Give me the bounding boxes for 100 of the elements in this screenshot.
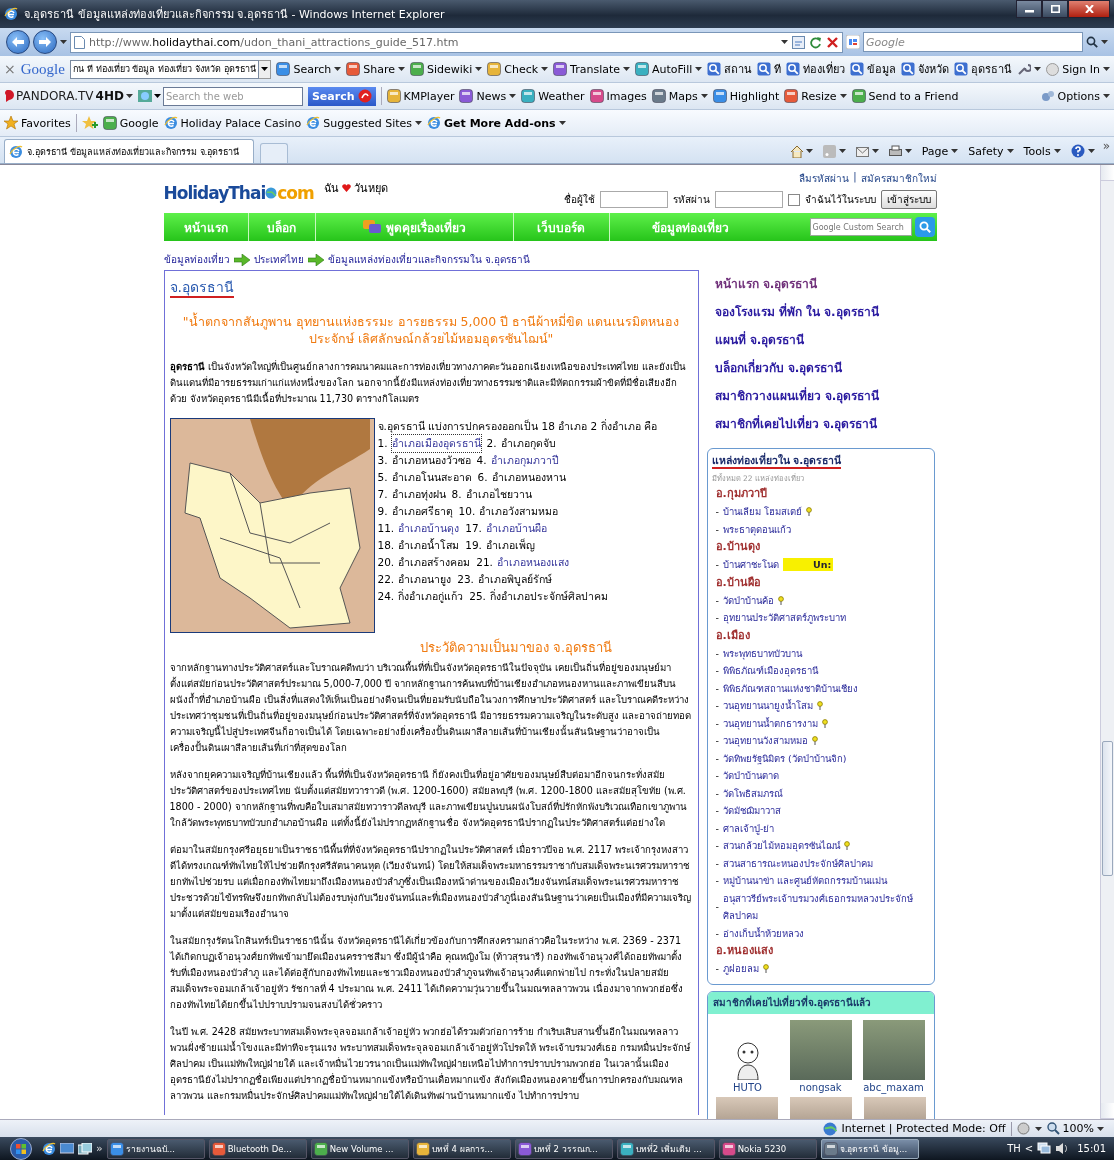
highlight-button[interactable]: ที	[757, 60, 782, 78]
favorite-link[interactable]: Suggested Sites	[306, 116, 423, 130]
highlight-button[interactable]: จังหวัด	[901, 60, 950, 78]
place-link[interactable]: สวนสาธารณะหนองประจักษ์ศิลปาคม	[722, 854, 873, 872]
taskbar-button[interactable]: Bluetooth De...	[208, 1138, 307, 1159]
sidebar-link[interactable]: สมาชิกวางแผนเที่ยว จ.อุดรธานี	[706, 382, 935, 410]
site-logo[interactable]: HolidayThai com	[163, 183, 314, 203]
place-link[interactable]: วนอุทยานน้ำตกธารงาม	[722, 714, 818, 732]
place-link[interactable]: ภูฝอยลม	[722, 960, 759, 978]
place-link[interactable]: วัดมัชฌิมาวาส	[722, 802, 781, 820]
place-link[interactable]: อนุสาวรีย์พระเจ้าบรมวงศ์เธอกรมหลวงประจักษ์ ศิลปาคม	[722, 889, 930, 925]
toolbar-button[interactable]: Highlight	[712, 89, 780, 103]
search-field[interactable]: Search the web	[162, 86, 303, 106]
place-link[interactable]: วัดทิพยรัฐนิมิตร (วัดป่าบ้านจิก)	[722, 749, 847, 767]
toolbar-button[interactable]: Check	[487, 62, 549, 76]
maximize-button[interactable]	[1042, 0, 1068, 18]
place-link[interactable]: บ้านศาชะโนด	[722, 556, 779, 574]
taskbar-button[interactable]: New Volume ...	[310, 1138, 409, 1159]
district-link[interactable]: อำเภอบ้านผือ	[485, 520, 547, 537]
district-heading[interactable]: อ.บ้านดุง	[711, 538, 930, 556]
member-name[interactable]: HUTO	[733, 1081, 762, 1093]
district-heading[interactable]: อ.หนองแสง	[711, 942, 930, 960]
address-field[interactable]: http://www.holidaythai.com/udon_thani_attractions_guide_517.htm	[70, 31, 843, 53]
place-link[interactable]: พระธาตุดอนแก้ว	[722, 520, 791, 538]
member-name[interactable]: abc_maxam	[863, 1081, 924, 1093]
toolbar-button[interactable]: Weather	[521, 89, 585, 103]
place-link[interactable]: สวนกล้วยไม้หอมอุดรซันไฌน์	[722, 837, 840, 855]
photo-placeholder[interactable]	[789, 1019, 852, 1080]
windows-stack-icon[interactable]	[78, 1142, 92, 1155]
taskbar-button[interactable]: บทที่ 4 ผลการ...	[412, 1138, 511, 1159]
search-button[interactable]	[914, 217, 935, 237]
search-field[interactable]: Google	[863, 32, 1083, 52]
overflow-button[interactable]: »	[1102, 139, 1110, 163]
district-link[interactable]: อำเภอกุมภวาปี	[490, 452, 559, 469]
place-link[interactable]: ศาลเจ้าปู่-ย่า	[722, 819, 775, 837]
taskbar-button[interactable]: รายงานฉบั...	[106, 1138, 205, 1159]
district-heading[interactable]: อ.บ้านผือ	[711, 573, 930, 592]
toolbar-button[interactable]: Resize	[784, 89, 847, 103]
article-heading[interactable]: จ.อุดรธานี	[169, 279, 234, 298]
menu-button[interactable]: Tools	[1021, 139, 1063, 163]
scrollbar[interactable]	[1100, 165, 1114, 1119]
options-button[interactable]: Options	[1040, 89, 1110, 103]
username-field[interactable]	[599, 191, 668, 208]
taskbar-button[interactable]: จ.อุดรธานี ข้อมู...	[820, 1138, 919, 1159]
place-link[interactable]: อุทยานประวัติศาสตร์ภูพระบาท	[722, 609, 846, 627]
place-link[interactable]: วนอุทยานนายูงน้ำโสม	[722, 697, 813, 715]
toolbar-button[interactable]: AutoFill	[635, 62, 703, 76]
member-name[interactable]: nongsak	[799, 1081, 842, 1093]
district-heading[interactable]: อ.เมือง	[711, 626, 930, 645]
query-field[interactable]: กน ที ท่องเที่ยว ข้อมูล ท่องเที่ยว จังหวัด อุดรธานี	[69, 59, 260, 79]
toolbar-button[interactable]: Images	[589, 89, 647, 103]
search-button[interactable]: Search	[307, 86, 376, 106]
place-link[interactable]: วัดป่าบ้านตาด	[722, 767, 779, 785]
place-link[interactable]: วัดโพธิสมภรณ์	[722, 784, 783, 802]
search-field[interactable]: Google Custom Search	[809, 218, 912, 236]
zoom-button[interactable]: 100%	[1046, 1122, 1104, 1135]
breadcrumb-link[interactable]: ข้อมูลท่องเที่ยว	[163, 252, 230, 267]
toolbar-button[interactable]: Search	[276, 62, 342, 76]
sidebar-link[interactable]: หน้าแรก จ.อุดรธานี	[706, 270, 935, 298]
photo-placeholder[interactable]	[862, 1019, 925, 1080]
place-link[interactable]: พระพุทธบาทบัวบาน	[722, 644, 802, 662]
highlight-button[interactable]: สถาน	[707, 60, 753, 78]
district-heading[interactable]: อ.กุมภวาปี	[711, 485, 930, 503]
place-link[interactable]: พิพิธภัณฑสถานแห่งชาติบ้านเชียง	[722, 679, 858, 697]
taskbar-button[interactable]: Nokia 5230	[718, 1138, 817, 1159]
remember-checkbox[interactable]	[787, 193, 800, 206]
tray-expand-button[interactable]: <	[1024, 1143, 1034, 1154]
place-link[interactable]: บ้านเลียม โฮมสเตย์	[722, 503, 802, 521]
desktop-icon[interactable]	[60, 1142, 74, 1155]
minimize-button[interactable]	[1016, 0, 1042, 18]
close-toolbar-button[interactable]: ×	[4, 61, 16, 77]
network-icon[interactable]	[1037, 1142, 1052, 1155]
toolbar-button[interactable]: Send to a Friend	[851, 89, 959, 103]
overflow-button[interactable]: »	[96, 1142, 103, 1155]
taskbar-button[interactable]: บทที่2 เพิ่มเติม ...	[616, 1138, 715, 1159]
speaker-icon[interactable]	[1055, 1142, 1070, 1155]
taskbar-button[interactable]: บทที่ 2 วรรณก...	[514, 1138, 613, 1159]
sign-in-button[interactable]: Sign In	[1046, 62, 1110, 76]
breadcrumb-link[interactable]: ประเทศไทย	[253, 252, 304, 267]
favorite-link[interactable]: Get More Add-ons	[427, 116, 566, 130]
close-button[interactable]	[1068, 0, 1110, 18]
menu-button[interactable]: Page	[919, 139, 961, 163]
language-indicator[interactable]: TH	[1007, 1143, 1021, 1154]
favorite-link[interactable]: Google	[102, 116, 159, 130]
account-link[interactable]: สมัครสมาชิกใหม่	[860, 171, 937, 186]
sidebar-link[interactable]: แผนที่ จ.อุดรธานี	[706, 326, 935, 354]
district-link[interactable]: อำเภอหนองแสง	[496, 554, 569, 571]
sidebar-link[interactable]: บล็อกเกี่ยวกับ จ.อุดรธานี	[706, 354, 935, 382]
toolbar-button[interactable]: Maps	[651, 89, 708, 103]
menu-button[interactable]: Safety	[966, 139, 1016, 163]
favorite-link[interactable]: Holiday Palace Casino	[163, 116, 302, 130]
place-link[interactable]: พิพิธภัณฑ์เมืองอุดรธานี	[722, 662, 818, 680]
dropdown-button[interactable]	[259, 59, 272, 79]
sidebar-link[interactable]: จองโรงแรม ที่พัก ใน จ.อุดรธานี	[706, 298, 935, 326]
district-link[interactable]: อำเภอเมืองอุดรธานี	[391, 435, 481, 452]
district-link[interactable]: อำเภอบ้านดุง	[398, 520, 460, 537]
add-favorite-icon[interactable]	[81, 116, 98, 130]
place-link[interactable]: วัดป่าบ้านค้อ	[722, 591, 774, 609]
place-link[interactable]: อ่างเก็บน้ำห้วยหลวง	[722, 924, 804, 942]
highlight-button[interactable]: ข้อมูล	[850, 60, 897, 78]
